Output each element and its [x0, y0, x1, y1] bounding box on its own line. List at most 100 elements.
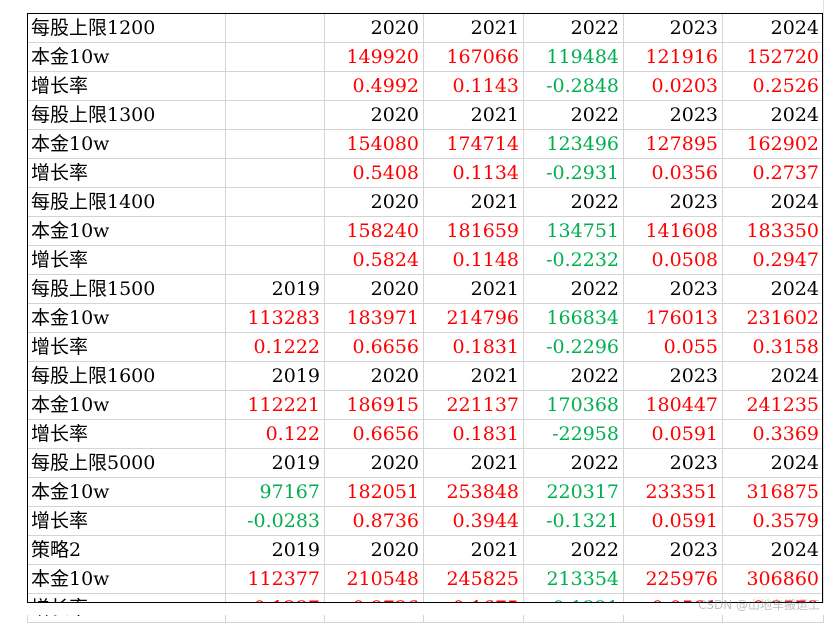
value-cell[interactable]: 112221 — [225, 390, 325, 420]
value-cell[interactable]: 0.122 — [225, 419, 325, 449]
row-label-cell[interactable]: 增长率 — [27, 506, 226, 536]
value-cell[interactable]: 182051 — [324, 477, 424, 507]
value-cell[interactable]: 0.8736 — [324, 506, 424, 536]
value-cell[interactable]: 2021 — [423, 448, 524, 478]
value-cell[interactable]: 174714 — [423, 129, 524, 159]
value-cell[interactable]: -0.1321 — [523, 506, 624, 536]
value-cell[interactable]: 0.0508 — [623, 245, 723, 275]
value-cell[interactable]: 213354 — [523, 564, 624, 594]
value-cell[interactable]: 149920 — [324, 42, 424, 72]
value-cell[interactable]: 210548 — [324, 564, 424, 594]
value-cell[interactable]: 245825 — [423, 564, 524, 594]
value-cell[interactable]: 176013 — [623, 303, 723, 333]
value-cell[interactable]: 134751 — [523, 216, 624, 246]
value-cell[interactable]: 0.5408 — [324, 158, 424, 188]
value-cell[interactable]: 183971 — [324, 303, 424, 333]
row-label-cell[interactable]: 每股上限1200 — [27, 13, 226, 43]
value-cell[interactable]: 0.4992 — [324, 71, 424, 101]
value-cell[interactable]: 253848 — [423, 477, 524, 507]
value-cell[interactable]: 2020 — [324, 448, 424, 478]
row-label-cell[interactable]: 每股上限5000 — [27, 448, 226, 478]
value-cell[interactable]: 220317 — [523, 477, 624, 507]
value-cell[interactable] — [225, 13, 325, 43]
value-cell[interactable]: 2022 — [523, 448, 624, 478]
value-cell[interactable]: 221137 — [423, 390, 524, 420]
value-cell[interactable]: 2024 — [722, 448, 824, 478]
value-cell[interactable]: 0.3158 — [722, 332, 824, 362]
value-cell[interactable]: 123496 — [523, 129, 624, 159]
value-cell[interactable]: 2021 — [423, 274, 524, 304]
value-cell[interactable]: 2024 — [722, 274, 824, 304]
value-cell[interactable]: 2023 — [623, 13, 723, 43]
value-cell[interactable]: 2019 — [225, 274, 325, 304]
value-cell[interactable]: 170368 — [523, 390, 624, 420]
value-cell[interactable]: 0.6656 — [324, 332, 424, 362]
value-cell[interactable]: 0.2737 — [722, 158, 824, 188]
value-cell[interactable]: 2021 — [423, 100, 524, 130]
value-cell[interactable]: 0.055 — [623, 332, 723, 362]
value-cell[interactable]: 180447 — [623, 390, 723, 420]
value-cell[interactable]: -22958 — [523, 419, 624, 449]
value-cell[interactable] — [225, 129, 325, 159]
value-cell[interactable]: 316875 — [722, 477, 824, 507]
row-label-cell[interactable]: 本金10w — [27, 477, 226, 507]
value-cell[interactable] — [225, 71, 325, 101]
value-cell[interactable]: 2024 — [722, 535, 824, 565]
value-cell[interactable]: 119484 — [523, 42, 624, 72]
value-cell[interactable]: 0.1134 — [423, 158, 524, 188]
value-cell[interactable]: 2023 — [623, 274, 723, 304]
value-cell[interactable] — [225, 42, 325, 72]
value-cell[interactable]: 2020 — [324, 361, 424, 391]
value-cell[interactable]: 162902 — [722, 129, 824, 159]
row-label-cell[interactable]: 本金10w — [27, 216, 226, 246]
value-cell[interactable] — [225, 158, 325, 188]
row-label-cell[interactable]: 本金10w — [27, 564, 226, 594]
value-cell[interactable]: 0.0591 — [623, 419, 723, 449]
value-cell[interactable] — [225, 216, 325, 246]
value-cell[interactable]: 2022 — [523, 13, 624, 43]
value-cell[interactable]: 112377 — [225, 564, 325, 594]
value-cell[interactable]: 186915 — [324, 390, 424, 420]
value-cell[interactable]: 0.1222 — [225, 332, 325, 362]
value-cell[interactable]: 2019 — [225, 535, 325, 565]
value-cell[interactable]: 2022 — [523, 187, 624, 217]
value-cell[interactable]: -0.2232 — [523, 245, 624, 275]
value-cell[interactable]: 2024 — [722, 100, 824, 130]
value-cell[interactable]: 2021 — [423, 535, 524, 565]
value-cell[interactable]: 183350 — [722, 216, 824, 246]
value-cell[interactable]: 0.1831 — [423, 419, 524, 449]
row-label-cell[interactable]: 每股上限1400 — [27, 187, 226, 217]
value-cell[interactable]: 2023 — [623, 361, 723, 391]
value-cell[interactable]: 2023 — [623, 100, 723, 130]
value-cell[interactable]: 233351 — [623, 477, 723, 507]
row-label-cell[interactable]: 本金10w — [27, 303, 226, 333]
value-cell[interactable]: 306860 — [722, 564, 824, 594]
value-cell[interactable]: 0.0591 — [623, 506, 723, 536]
value-cell[interactable]: 2024 — [722, 187, 824, 217]
value-cell[interactable]: 0.0203 — [623, 71, 723, 101]
value-cell[interactable]: 0.3369 — [722, 419, 824, 449]
value-cell[interactable]: -0.2931 — [523, 158, 624, 188]
value-cell[interactable]: 0.0356 — [623, 158, 723, 188]
value-cell[interactable]: 167066 — [423, 42, 524, 72]
value-cell[interactable]: 154080 — [324, 129, 424, 159]
value-cell[interactable]: 158240 — [324, 216, 424, 246]
value-cell[interactable]: -0.2848 — [523, 71, 624, 101]
row-label-cell[interactable]: 增长率 — [27, 158, 226, 188]
row-label-cell[interactable]: 每股上限1500 — [27, 274, 226, 304]
value-cell[interactable]: 231602 — [722, 303, 824, 333]
value-cell[interactable]: 2019 — [225, 361, 325, 391]
value-cell[interactable]: -0.2296 — [523, 332, 624, 362]
row-label-cell[interactable]: 每股上限1300 — [27, 100, 226, 130]
row-label-cell[interactable]: 策略2 — [27, 535, 226, 565]
value-cell[interactable]: 141608 — [623, 216, 723, 246]
row-label-cell[interactable]: 本金10w — [27, 42, 226, 72]
value-cell[interactable]: 2020 — [324, 13, 424, 43]
value-cell[interactable]: 152720 — [722, 42, 824, 72]
value-cell[interactable]: 0.5824 — [324, 245, 424, 275]
value-cell[interactable]: 2024 — [722, 13, 824, 43]
value-cell[interactable]: 214796 — [423, 303, 524, 333]
value-cell[interactable]: 0.2947 — [722, 245, 824, 275]
value-cell[interactable]: 2022 — [523, 535, 624, 565]
row-label-cell[interactable]: 增长率 — [27, 245, 226, 275]
